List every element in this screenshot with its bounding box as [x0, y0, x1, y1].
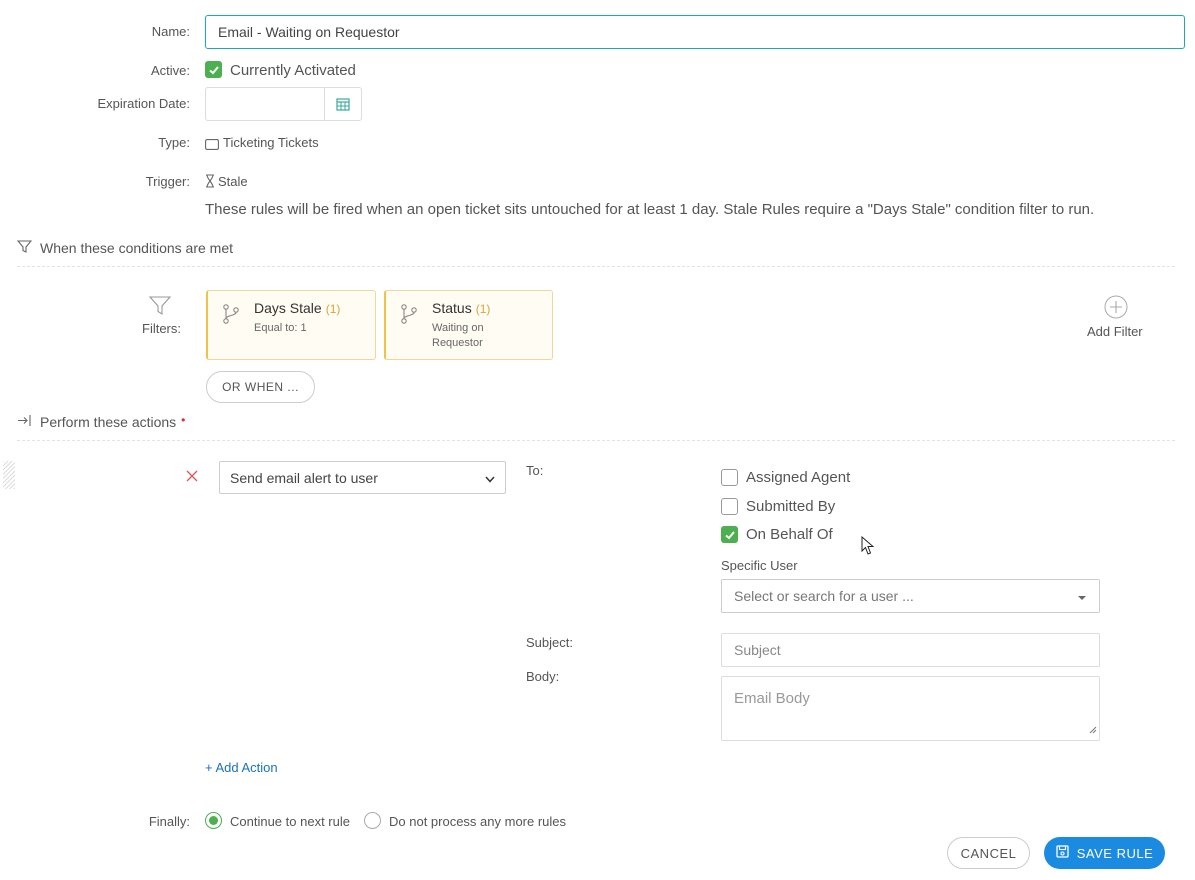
active-text: Currently Activated — [230, 62, 356, 79]
filter-count: (1) — [475, 302, 491, 316]
cancel-button[interactable]: CANCEL — [947, 837, 1030, 869]
add-action-link[interactable]: + Add Action — [205, 760, 278, 775]
rule-name-input[interactable] — [205, 15, 1185, 49]
actions-heading: Perform these actions • — [17, 412, 186, 430]
filter-card-days-stale[interactable]: Days Stale (1) Equal to: 1 — [206, 290, 376, 360]
body-placeholder: Email Body — [734, 690, 810, 707]
subject-input[interactable]: Subject — [721, 633, 1100, 667]
filter-funnel-icon — [16, 240, 33, 256]
to-label: To: — [526, 463, 544, 478]
subject-placeholder: Subject — [734, 642, 781, 658]
trigger-value: Stale — [218, 174, 248, 189]
or-when-button[interactable]: OR WHEN ... — [206, 371, 315, 403]
conditions-heading: When these conditions are met — [16, 240, 233, 256]
add-filter-plus-icon[interactable] — [1104, 295, 1128, 322]
save-rule-label: SAVE RULE — [1076, 845, 1154, 861]
save-rule-button[interactable]: SAVE RULE — [1044, 837, 1165, 869]
ticket-icon — [205, 137, 219, 153]
submitted-by-checkbox[interactable] — [721, 498, 738, 515]
type-label: Type: — [158, 135, 190, 150]
filter-count: (1) — [325, 302, 341, 316]
caret-down-icon — [1077, 588, 1087, 604]
filter-detail: Waiting on Requestor — [432, 322, 484, 349]
mouse-cursor-icon — [861, 535, 875, 559]
name-label: Name: — [151, 24, 190, 39]
branch-icon — [222, 304, 240, 327]
section-divider — [17, 440, 1175, 441]
submitted-by-label: Submitted By — [746, 498, 836, 515]
body-textarea[interactable]: Email Body — [721, 676, 1100, 741]
body-label: Body: — [526, 669, 560, 684]
required-marker: • — [181, 412, 186, 427]
continue-label: Continue to next rule — [230, 814, 350, 829]
action-type-select[interactable]: Send email alert to user — [219, 461, 506, 494]
finally-label: Finally: — [148, 814, 190, 829]
on-behalf-of-label: On Behalf Of — [746, 526, 833, 543]
specific-user-label: Specific User — [721, 558, 798, 573]
chevron-down-icon — [485, 470, 495, 486]
action-type-value: Send email alert to user — [230, 469, 378, 486]
assigned-agent-label: Assigned Agent — [746, 469, 851, 486]
drag-handle[interactable] — [3, 461, 15, 489]
specific-user-select[interactable]: Select or search for a user ... — [721, 579, 1100, 613]
save-floppy-icon — [1056, 845, 1069, 861]
add-filter-label[interactable]: Add Filter — [1087, 324, 1143, 339]
arrow-in-icon — [17, 414, 32, 430]
filter-card-status[interactable]: Status (1) Waiting on Requestor — [384, 290, 553, 360]
filter-detail: Equal to: 1 — [254, 322, 307, 334]
stop-processing-radio[interactable] — [364, 812, 381, 829]
type-value: Ticketing Tickets — [223, 135, 319, 150]
filter-title: Status — [432, 300, 472, 316]
assigned-agent-checkbox[interactable] — [721, 469, 738, 486]
check-icon — [724, 530, 735, 539]
expiration-label: Expiration Date: — [97, 96, 191, 111]
trigger-label: Trigger: — [145, 174, 190, 189]
subject-label: Subject: — [526, 635, 573, 650]
remove-action-icon[interactable] — [186, 469, 198, 485]
calendar-icon[interactable] — [336, 97, 350, 114]
specific-user-placeholder: Select or search for a user ... — [734, 588, 914, 604]
branch-icon — [400, 304, 418, 327]
on-behalf-of-checkbox[interactable] — [721, 526, 738, 543]
active-label: Active: — [150, 63, 190, 78]
filter-title: Days Stale — [254, 300, 322, 316]
continue-radio[interactable] — [205, 812, 222, 829]
stop-processing-label: Do not process any more rules — [389, 814, 567, 829]
check-icon — [208, 65, 219, 74]
filters-label: Filters: — [142, 321, 181, 336]
trigger-description: These rules will be fired when an open t… — [205, 201, 1095, 218]
active-checkbox[interactable] — [205, 61, 222, 78]
filters-funnel-icon — [148, 296, 172, 318]
expiration-date-field[interactable] — [205, 87, 362, 121]
section-divider — [17, 266, 1175, 267]
resize-grip-icon[interactable] — [1089, 721, 1097, 738]
hourglass-icon — [205, 174, 215, 191]
